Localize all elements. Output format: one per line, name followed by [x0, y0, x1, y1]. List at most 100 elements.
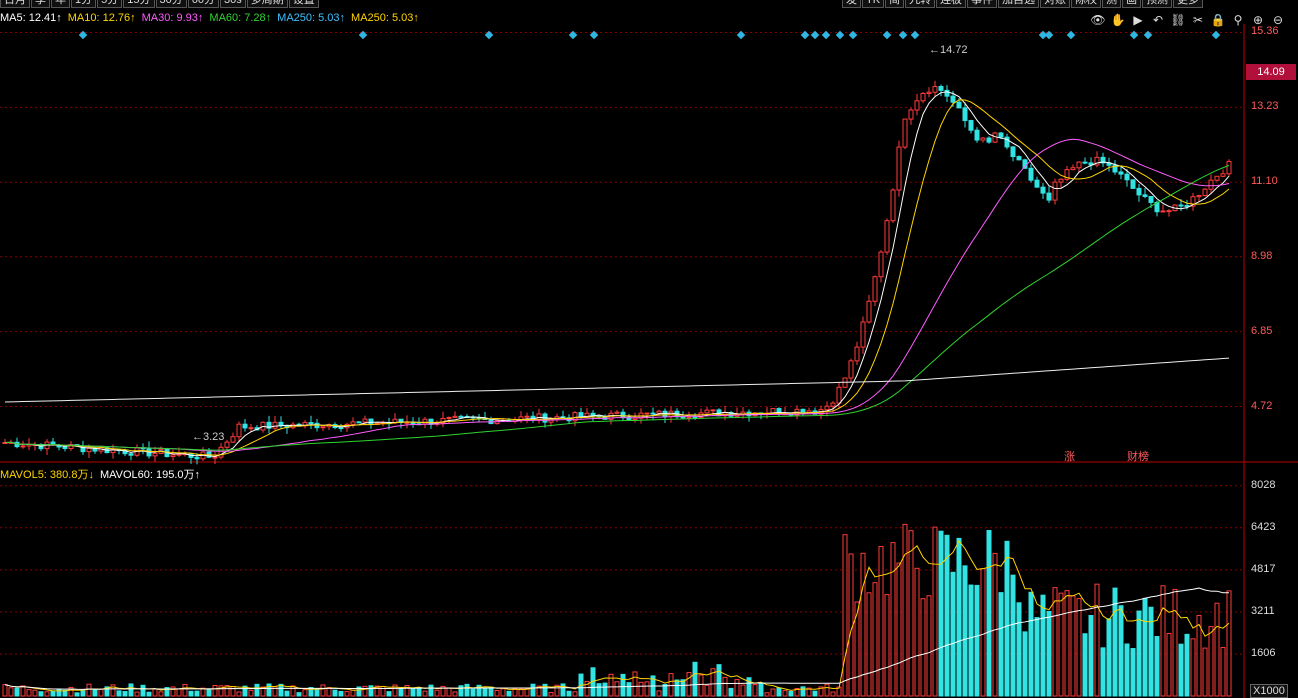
volume-bar — [410, 688, 416, 697]
candle-body — [950, 95, 956, 103]
volume-bar — [674, 679, 680, 697]
pin-icon[interactable]: ⚲ — [1230, 12, 1246, 28]
candle-body — [668, 410, 674, 418]
volume-bar — [1184, 633, 1190, 697]
volume-bar — [248, 689, 254, 697]
volume-bar — [854, 601, 860, 697]
candle-body — [974, 129, 980, 141]
volume-bar — [1178, 643, 1184, 697]
volume-bar — [80, 690, 86, 697]
candle-body — [1202, 188, 1208, 197]
volume-bar — [1160, 585, 1166, 697]
current-price-tag: 14.09 — [1246, 64, 1296, 80]
candlestick-chart[interactable] — [0, 0, 1298, 698]
period-button-8[interactable]: 30s — [220, 0, 246, 8]
candle-body — [830, 402, 836, 407]
volume-bar — [38, 691, 44, 697]
period-button-2[interactable]: 年 — [51, 0, 70, 8]
volume-bar — [206, 688, 212, 697]
tool-button-6[interactable]: 加自选 — [998, 0, 1040, 8]
vol-legend-item-0: MAVOL5: 380.8万↓ — [0, 469, 94, 481]
volume-bar — [992, 552, 998, 697]
volume-bar — [368, 685, 374, 697]
candle-body — [1148, 195, 1154, 203]
hand-icon[interactable]: ✋ — [1110, 12, 1126, 28]
lock-icon[interactable]: 🔒 — [1210, 12, 1226, 28]
candle-body — [914, 100, 920, 111]
volume-bar — [350, 689, 356, 697]
tool-button-5[interactable]: 事件 — [967, 0, 998, 8]
tool-button-12[interactable]: 更多 — [1173, 0, 1204, 8]
tool-button-1[interactable]: TK — [862, 0, 885, 8]
volume-bar — [422, 690, 428, 697]
candle-body — [992, 132, 998, 143]
volume-bar — [1208, 626, 1214, 697]
zhang-tag[interactable]: 涨 — [1064, 448, 1075, 464]
volume-bar — [920, 598, 926, 697]
play-icon[interactable]: ▶ — [1130, 12, 1146, 28]
candle-body — [962, 107, 968, 122]
volume-bar — [1148, 606, 1154, 697]
volume-bar — [1136, 610, 1142, 697]
tool-button-2[interactable]: 简 — [885, 0, 905, 8]
candle-body — [656, 410, 662, 414]
volume-bar — [32, 689, 38, 697]
candle-body — [932, 86, 938, 93]
candle-body — [1208, 179, 1214, 190]
candle-body — [308, 422, 314, 425]
period-button-3[interactable]: 1分 — [71, 0, 97, 8]
period-button-4[interactable]: 5分 — [97, 0, 123, 8]
volume-bar — [470, 688, 476, 697]
vol-tick-2: 4817 — [1251, 562, 1276, 575]
volume-bar — [962, 565, 968, 697]
volume-bar — [1130, 648, 1136, 697]
eye-icon[interactable]: 👁 — [1090, 12, 1106, 28]
caibang-tag[interactable]: 财榜 — [1127, 448, 1149, 464]
scissors-icon[interactable]: ✂ — [1190, 12, 1206, 28]
candle-body — [650, 412, 656, 415]
volume-bar — [908, 530, 914, 697]
period-button-7[interactable]: 60分 — [187, 0, 219, 8]
period-button-0[interactable]: 日月 — [0, 0, 30, 8]
volume-bar — [656, 690, 662, 697]
candle-body — [20, 445, 26, 448]
period-button-6[interactable]: 30分 — [155, 0, 187, 8]
event-marker-5 — [736, 30, 746, 40]
candle-body — [1196, 195, 1202, 198]
candle-body — [1046, 192, 1052, 201]
volume-bar — [1124, 643, 1130, 697]
volume-bar — [1040, 594, 1046, 697]
volume-bar — [1094, 583, 1100, 697]
tool-button-0[interactable]: 发 — [842, 0, 861, 8]
tool-button-7[interactable]: 对账 — [1040, 0, 1071, 8]
link-icon[interactable]: ⛓ — [1170, 12, 1186, 28]
tool-button-3[interactable]: 九转 — [905, 0, 936, 8]
volume-bar — [1142, 597, 1148, 697]
candle-body — [458, 415, 464, 418]
tool-button-9[interactable]: 测 — [1102, 0, 1122, 8]
volume-bar — [938, 530, 944, 697]
volume-bar — [1226, 590, 1232, 697]
return-icon[interactable]: ↶ — [1150, 12, 1166, 28]
volume-bar — [1214, 602, 1220, 697]
tool-button-4[interactable]: 连板 — [936, 0, 967, 8]
tool-button-8[interactable]: 除权 — [1071, 0, 1102, 8]
volume-bar — [998, 592, 1004, 697]
volume-bar — [14, 687, 20, 697]
period-button-1[interactable]: 季 — [31, 0, 50, 8]
tool-button-11[interactable]: 预测 — [1142, 0, 1173, 8]
volume-bar — [446, 687, 452, 697]
ma30-line — [4, 138, 1230, 452]
period-button-5[interactable]: 15分 — [123, 0, 155, 8]
period-button-10[interactable]: 设置 — [288, 0, 319, 8]
candle-body — [128, 453, 134, 456]
tool-button-10[interactable]: 画 — [1122, 0, 1142, 8]
volume-bar — [416, 687, 422, 697]
volume-bar — [704, 684, 710, 697]
price-tick-2: 11.10 — [1251, 175, 1278, 188]
period-button-9[interactable]: 多周期 — [246, 0, 288, 8]
volume-bar — [866, 592, 872, 697]
volume-bar — [1202, 647, 1208, 697]
volume-bar — [170, 686, 176, 697]
volume-bar — [146, 691, 152, 697]
